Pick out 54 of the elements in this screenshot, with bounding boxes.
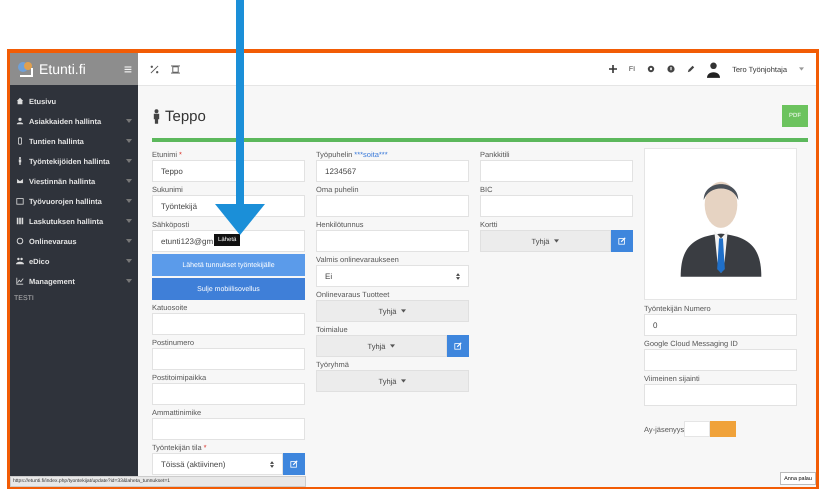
toggle-switch[interactable] xyxy=(684,421,736,437)
input-field[interactable] xyxy=(152,383,305,405)
input-field[interactable] xyxy=(480,160,633,182)
edit-button[interactable] xyxy=(611,230,633,252)
input-field[interactable]: 0 xyxy=(644,314,797,336)
caret-icon xyxy=(126,119,132,123)
pen-icon[interactable] xyxy=(687,65,696,73)
spinner-arrows-icon xyxy=(270,460,274,468)
input-field[interactable] xyxy=(152,418,305,440)
edit-icon xyxy=(618,237,626,245)
caret-icon xyxy=(126,239,132,243)
caret-icon xyxy=(126,159,132,163)
input-field[interactable] xyxy=(152,313,305,335)
edit-button[interactable] xyxy=(283,453,305,475)
input-field[interactable]: Teppo xyxy=(152,160,305,182)
caret-icon xyxy=(126,219,132,223)
user-icon xyxy=(16,117,24,125)
caret-icon xyxy=(126,279,132,283)
person-icon xyxy=(152,108,161,124)
person-icon xyxy=(16,157,24,165)
plus-icon[interactable] xyxy=(608,65,617,73)
page-title: Teppo xyxy=(165,108,206,124)
user-avatar-icon[interactable] xyxy=(707,60,720,78)
circle-icon xyxy=(16,237,24,245)
edit-icon xyxy=(454,342,462,350)
fullscreen-icon[interactable] xyxy=(171,64,180,74)
select-field[interactable]: Töissä (aktiivinen) xyxy=(152,453,283,475)
input-field[interactable]: 1234567 xyxy=(316,160,469,182)
mail-icon xyxy=(16,177,24,185)
caret-icon xyxy=(799,67,804,71)
caret-icon xyxy=(390,344,396,348)
input-field[interactable] xyxy=(152,348,305,370)
edit-icon xyxy=(290,460,298,468)
caret-icon xyxy=(126,259,132,263)
caret-icon xyxy=(126,179,132,183)
logo-icon xyxy=(16,59,36,79)
edit-button[interactable] xyxy=(447,335,469,357)
caret-icon xyxy=(126,139,132,143)
caret-icon xyxy=(554,239,560,243)
input-field[interactable] xyxy=(316,230,469,252)
caret-icon xyxy=(126,199,132,203)
select-field[interactable]: Ei xyxy=(316,265,469,287)
caret-icon xyxy=(401,379,406,383)
home-icon xyxy=(16,97,24,105)
users-icon xyxy=(16,257,24,265)
caret-icon xyxy=(401,309,406,313)
input-field[interactable] xyxy=(644,349,797,371)
chart-icon xyxy=(16,277,24,285)
bars-icon xyxy=(16,217,24,225)
spinner-arrows-icon xyxy=(456,272,460,280)
input-field[interactable] xyxy=(316,195,469,217)
input-field[interactable] xyxy=(644,384,797,406)
percent-icon[interactable] xyxy=(150,64,159,74)
input-field[interactable] xyxy=(480,195,633,217)
